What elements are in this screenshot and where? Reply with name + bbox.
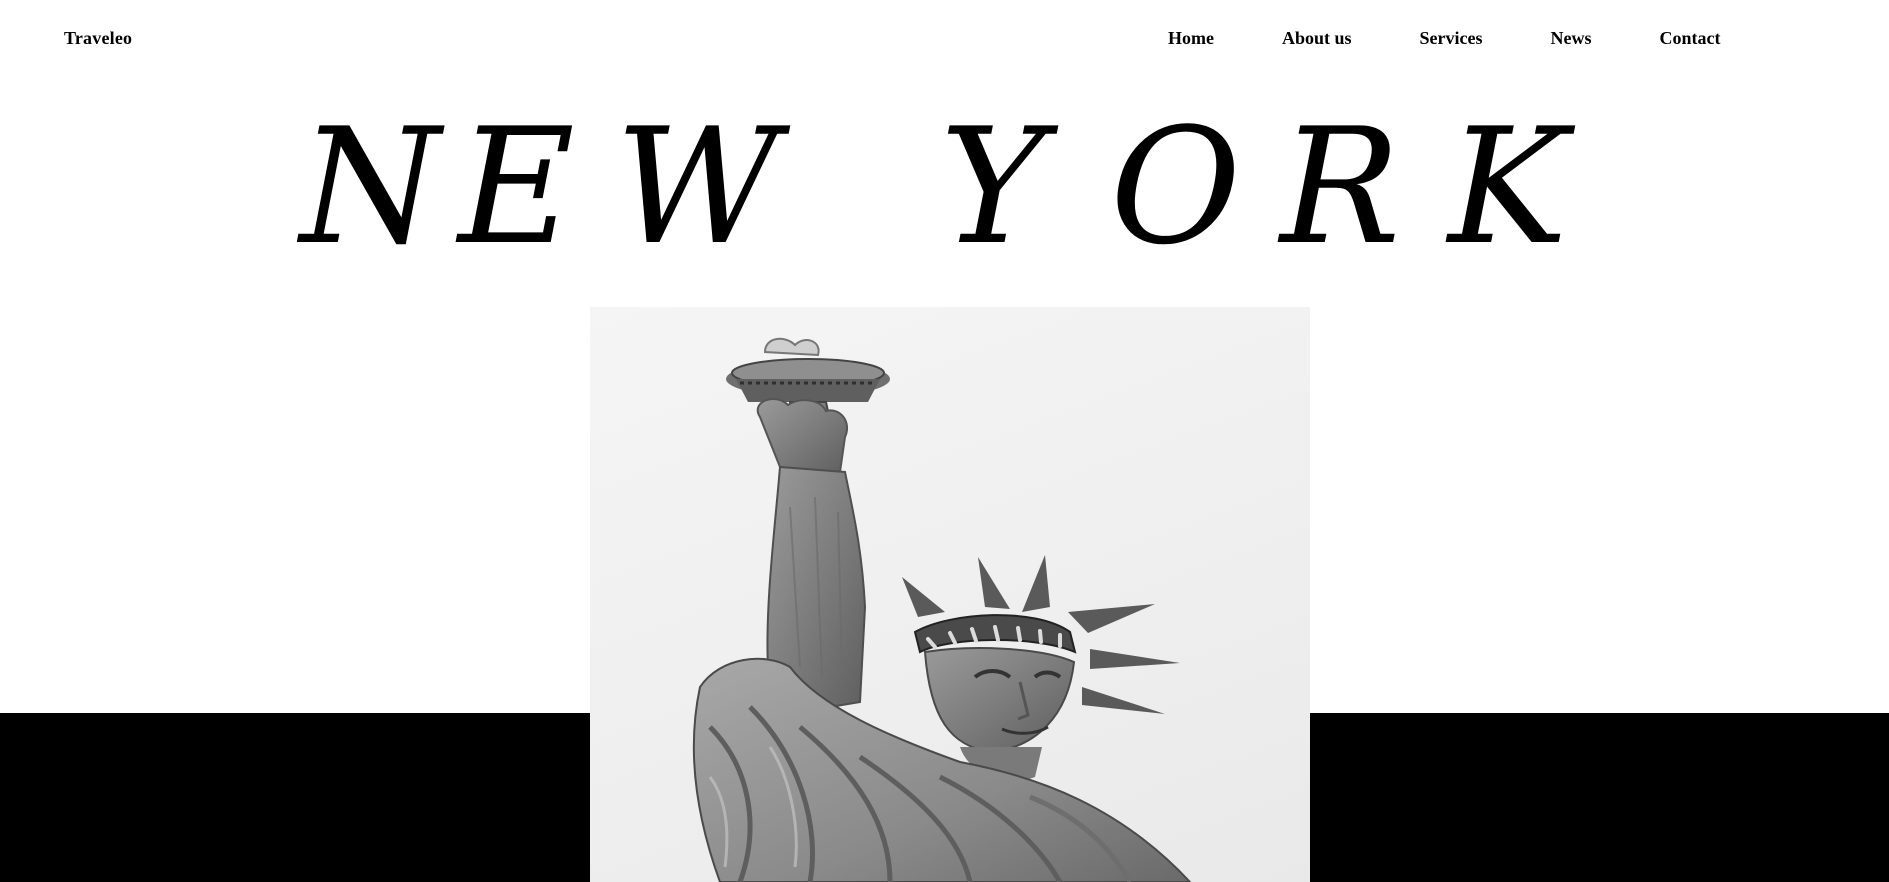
main-nav: Home About us Services News Contact <box>1168 28 1721 49</box>
hero-letter-y: Y <box>940 93 1059 272</box>
hero-letter-w: W <box>615 93 791 272</box>
page: Traveleo Home About us Services News Con… <box>0 0 1889 882</box>
hero-letter-o: O <box>1110 93 1241 272</box>
hero-letter-k: K <box>1445 93 1576 272</box>
hero-letter-e: E <box>455 93 575 272</box>
hero-letter-r: R <box>1277 93 1400 272</box>
hero-letter-n: N <box>296 93 445 272</box>
hero-photo-statue-of-liberty <box>590 307 1310 882</box>
brand-logo[interactable]: Traveleo <box>64 28 132 49</box>
nav-item-contact[interactable]: Contact <box>1660 28 1721 49</box>
nav-item-about-us[interactable]: About us <box>1282 28 1352 49</box>
hero-title: N E W Y O R K <box>0 82 1889 272</box>
statue-of-liberty-illustration <box>692 337 1192 882</box>
nav-item-home[interactable]: Home <box>1168 28 1214 49</box>
nav-item-news[interactable]: News <box>1551 28 1592 49</box>
nav-item-services[interactable]: Services <box>1420 28 1483 49</box>
